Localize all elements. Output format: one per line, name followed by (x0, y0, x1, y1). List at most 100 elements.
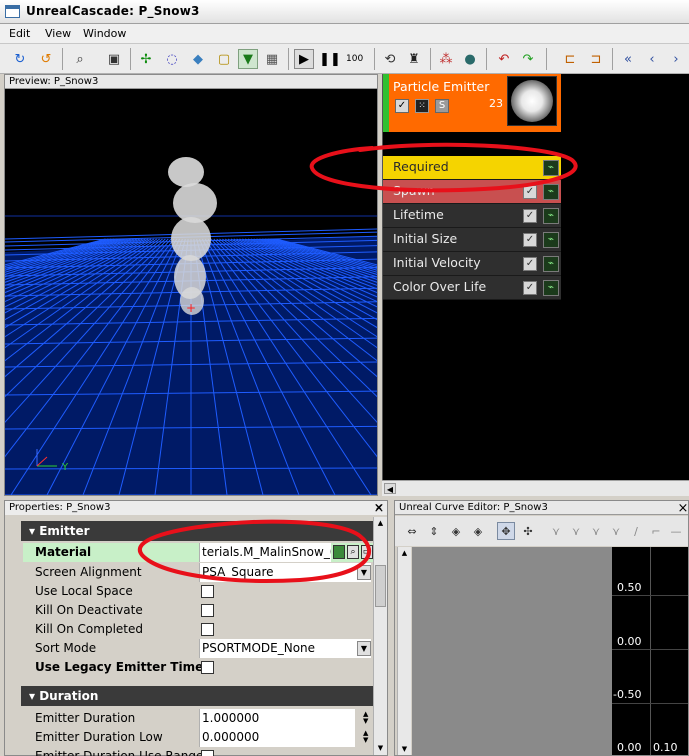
bounds-icon[interactable]: ◆ (188, 49, 208, 69)
module-enable-checkbox[interactable]: ✓ (523, 257, 537, 271)
flatten-icon[interactable]: — (667, 522, 685, 540)
scroll-up-icon[interactable]: ▲ (399, 547, 410, 559)
kill-on-completed-checkbox[interactable] (201, 623, 214, 636)
module-spawn[interactable]: Spawn ✓ ⌁ (383, 180, 561, 204)
curve-auto-icon[interactable]: ⋎ (547, 522, 565, 540)
emitter-enable-checkbox[interactable]: ✓ (395, 99, 409, 113)
emitter-header[interactable]: Particle Emitter ✓ ⁙ S 23 (389, 74, 561, 132)
use-selected-icon[interactable] (333, 545, 345, 559)
properties-scrollbar[interactable]: ▲ ▼ (373, 517, 387, 755)
curve-toggle-icon[interactable]: ⌁ (543, 184, 559, 200)
category-emitter[interactable]: ▾ Emitter (21, 521, 373, 541)
spinner-icon[interactable]: ▲ ▼ (363, 711, 368, 725)
find-in-browser-icon[interactable]: ⌕ (70, 49, 90, 69)
lod-prev-icon[interactable]: ‹ (642, 49, 662, 69)
category-duration[interactable]: ▾ Duration (21, 686, 373, 706)
lod-first-icon[interactable]: « (618, 49, 638, 69)
chevron-down-icon[interactable]: ▼ (357, 641, 371, 656)
scroll-down-icon[interactable]: ▼ (375, 742, 386, 754)
fit-vertical-icon[interactable]: ⇕ (425, 522, 443, 540)
use-legacy-emitter-time-checkbox[interactable] (201, 661, 214, 674)
find-icon[interactable]: ⌕ (347, 545, 359, 559)
constant-icon[interactable]: ⌐ (647, 522, 665, 540)
curve-editor-close-button[interactable]: × (676, 502, 689, 516)
pause-icon[interactable]: ❚❚ (319, 49, 341, 69)
redo-icon[interactable]: ↷ (518, 49, 538, 69)
menu-edit[interactable]: Edit (9, 27, 30, 40)
module-lifetime[interactable]: Lifetime ✓ ⌁ (383, 204, 561, 228)
prop-material-value[interactable]: terials.M_MalinSnow_01 (199, 543, 331, 562)
prop-screen-alignment[interactable]: Screen Alignment PSA_Square ▼ (23, 563, 373, 582)
curve-toggle-icon[interactable]: ⌁ (543, 160, 559, 176)
fit-horizontal-icon[interactable]: ⇔ (403, 522, 421, 540)
curve-toggle-icon[interactable]: ⌁ (543, 280, 559, 296)
loop-icon[interactable]: ⟲ (380, 49, 400, 69)
prop-sort-mode-value[interactable]: PSORTMODE_None (199, 639, 371, 658)
lod-add-icon[interactable]: ⊏ (560, 49, 580, 69)
prop-emitter-duration-value[interactable]: 1.000000 (199, 709, 355, 728)
kill-on-deactivate-checkbox[interactable] (201, 604, 214, 617)
curve-toggle-icon[interactable]: ⌁ (543, 232, 559, 248)
sim-speed-label[interactable]: 100 (346, 54, 363, 64)
curve-graph[interactable] (612, 547, 688, 755)
undo-icon[interactable]: ↶ (494, 49, 514, 69)
sphere-icon[interactable]: ● (460, 49, 480, 69)
restart-level-icon[interactable]: ↺ (36, 49, 56, 69)
color-channels-icon[interactable]: ⁂ (436, 49, 456, 69)
menu-view[interactable]: View (45, 27, 71, 40)
emitter-horizontal-scrollbar[interactable]: ◀ (382, 480, 689, 496)
prop-screen-alignment-value[interactable]: PSA_Square (199, 563, 371, 582)
scroll-thumb[interactable] (375, 565, 386, 607)
background-color-icon[interactable]: ▼ (238, 49, 258, 69)
prop-kill-on-completed[interactable]: Kill On Completed (23, 620, 373, 639)
curve-break-icon[interactable]: ⋎ (607, 522, 625, 540)
module-initial-size[interactable]: Initial Size ✓ ⌁ (383, 228, 561, 252)
module-enable-checkbox[interactable]: ✓ (523, 185, 537, 199)
browse-icon[interactable]: ▭ (361, 545, 373, 559)
lod-remove-icon[interactable]: ⊐ (586, 49, 606, 69)
prop-emitter-duration-low-value[interactable]: 0.000000 (199, 728, 355, 747)
scroll-up-icon[interactable]: ▲ (375, 517, 386, 529)
module-enable-checkbox[interactable]: ✓ (523, 209, 537, 223)
scroll-down-icon[interactable]: ▼ (399, 743, 410, 755)
solo-button[interactable]: S (435, 99, 449, 113)
curve-auto-clamped-icon[interactable]: ⋎ (567, 522, 585, 540)
curve-label-scrollbar[interactable]: ▲ ▼ (397, 547, 411, 755)
fit-selected-icon[interactable]: ◈ (469, 522, 487, 540)
render-mode-icon[interactable]: ⁙ (415, 99, 429, 113)
zoom-mode-icon[interactable]: ✣ (519, 522, 537, 540)
emitter-duration-use-range-checkbox[interactable] (201, 750, 214, 756)
chevron-down-icon[interactable]: ▼ (357, 565, 371, 580)
prop-sort-mode[interactable]: Sort Mode PSORTMODE_None ▼ (23, 639, 373, 658)
wireframe-sphere-icon[interactable]: ◌ (162, 49, 182, 69)
module-enable-checkbox[interactable]: ✓ (523, 281, 537, 295)
scroll-left-icon[interactable]: ◀ (384, 483, 396, 494)
preview-viewport[interactable]: + Y (5, 89, 377, 495)
curve-user-icon[interactable]: ⋎ (587, 522, 605, 540)
prop-emitter-duration[interactable]: Emitter Duration 1.000000 ▲ ▼ (23, 709, 373, 728)
prop-emitter-duration-low[interactable]: Emitter Duration Low 0.000000 ▲ ▼ (23, 728, 373, 747)
prop-kill-on-deactivate[interactable]: Kill On Deactivate (23, 601, 373, 620)
prop-use-legacy-emitter-time[interactable]: Use Legacy Emitter Time (23, 658, 373, 677)
use-local-space-checkbox[interactable] (201, 585, 214, 598)
pan-mode-icon[interactable]: ✥ (497, 522, 515, 540)
curve-label-area[interactable] (412, 547, 612, 755)
orbit-mode-icon[interactable]: ✢ (136, 49, 156, 69)
postprocess-icon[interactable]: ▢ (214, 49, 234, 69)
module-initial-velocity[interactable]: Initial Velocity ✓ ⌁ (383, 252, 561, 276)
curve-toggle-icon[interactable]: ⌁ (543, 208, 559, 224)
grid-icon[interactable]: ▦ (262, 49, 282, 69)
curve-toggle-icon[interactable]: ⌁ (543, 256, 559, 272)
module-color-over-life[interactable]: Color Over Life ✓ ⌁ (383, 276, 561, 300)
realtime-icon[interactable]: ♜ (404, 49, 424, 69)
restart-sim-icon[interactable]: ↻ (10, 49, 30, 69)
module-required[interactable]: Required ⌁ (383, 156, 561, 180)
save-cam-icon[interactable]: ▣ (104, 49, 124, 69)
prop-use-local-space[interactable]: Use Local Space (23, 582, 373, 601)
properties-close-button[interactable]: × (372, 502, 386, 516)
menu-window[interactable]: Window (83, 27, 126, 40)
linear-icon[interactable]: ∕ (627, 522, 645, 540)
prop-material[interactable]: Material terials.M_MalinSnow_01 ⌕ ▭ (23, 543, 373, 562)
prop-emitter-duration-use-range[interactable]: Emitter Duration Use Range (23, 747, 373, 756)
fit-all-icon[interactable]: ◈ (447, 522, 465, 540)
